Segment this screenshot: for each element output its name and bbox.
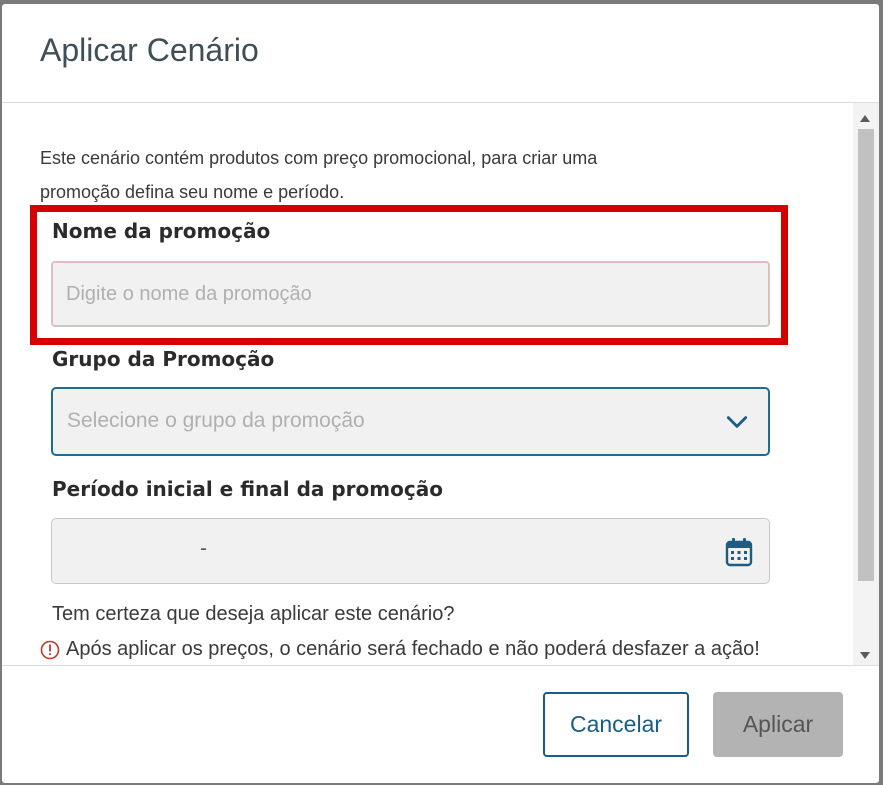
promo-name-label: Nome da promoção — [52, 219, 271, 243]
date-range-separator: - — [200, 537, 207, 560]
warning-message: Após aplicar os preços, o cenário será f… — [40, 638, 760, 661]
scroll-up-arrow-icon[interactable] — [860, 115, 870, 122]
vertical-scrollbar[interactable] — [853, 103, 879, 665]
promo-group-select[interactable]: Selecione o grupo da promoção — [51, 387, 770, 456]
exclamation-circle-icon — [40, 640, 60, 659]
scrollbar-thumb[interactable] — [858, 129, 874, 581]
calendar-icon[interactable] — [725, 537, 753, 567]
promo-name-input[interactable] — [51, 261, 770, 327]
warning-text: Após aplicar os preços, o cenário será f… — [66, 638, 760, 660]
dialog-body: Este cenário contém produtos com preço p… — [2, 103, 879, 665]
apply-button[interactable]: Aplicar — [713, 692, 843, 757]
promo-group-placeholder: Selecione o grupo da promoção — [67, 409, 365, 432]
confirm-question: Tem certeza que deseja aplicar este cená… — [52, 603, 455, 625]
dialog-description: Este cenário contém produtos com preço p… — [40, 148, 598, 202]
dialog-footer: Cancelar Aplicar — [2, 665, 879, 783]
promo-period-input[interactable]: - — [51, 518, 770, 584]
promo-period-label: Período inicial e final da promoção — [52, 477, 443, 501]
dialog-title: Aplicar Cenário — [40, 32, 259, 68]
scroll-down-arrow-icon[interactable] — [860, 652, 870, 659]
chevron-down-icon — [726, 416, 748, 428]
cancel-button[interactable]: Cancelar — [543, 692, 689, 757]
apply-scenario-dialog: Aplicar Cenário Este cenário contém prod… — [2, 4, 879, 783]
promo-group-label: Grupo da Promoção — [52, 347, 275, 371]
dialog-header: Aplicar Cenário — [2, 4, 879, 103]
